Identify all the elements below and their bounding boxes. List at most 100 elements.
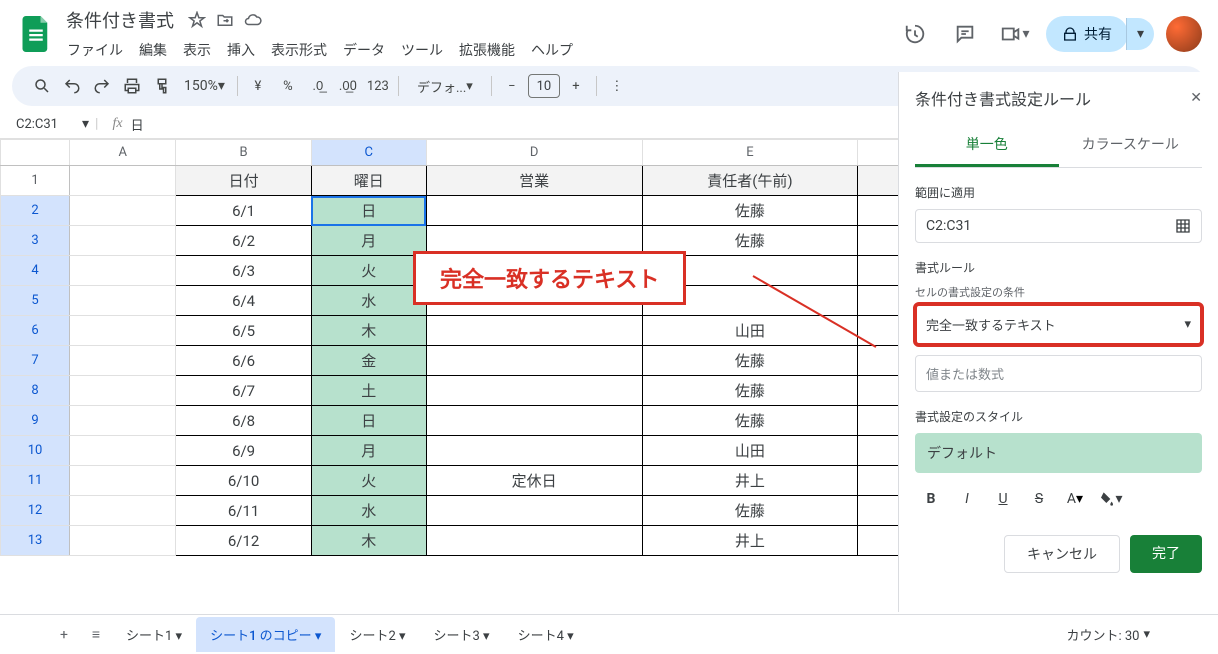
cell[interactable]: 6/3 bbox=[176, 256, 311, 286]
menu-ファイル[interactable]: ファイル bbox=[60, 37, 130, 63]
cell[interactable] bbox=[426, 316, 642, 346]
cell[interactable]: 営業 bbox=[426, 166, 642, 196]
col-header[interactable]: A bbox=[70, 140, 176, 166]
decimal-decrease-icon[interactable]: .0̲ bbox=[304, 72, 332, 100]
cell[interactable]: 月 bbox=[311, 436, 426, 466]
cell[interactable] bbox=[70, 376, 176, 406]
cell[interactable]: 土 bbox=[311, 376, 426, 406]
cell[interactable]: 6/2 bbox=[176, 226, 311, 256]
cell[interactable]: 6/10 bbox=[176, 466, 311, 496]
menu-表示[interactable]: 表示 bbox=[176, 37, 218, 63]
cell[interactable]: 6/12 bbox=[176, 526, 311, 556]
print-icon[interactable] bbox=[118, 72, 146, 100]
meet-icon[interactable]: ▾ bbox=[996, 15, 1034, 53]
row-header[interactable]: 12 bbox=[1, 496, 70, 526]
cell[interactable]: 佐藤 bbox=[642, 196, 858, 226]
avatar[interactable] bbox=[1166, 16, 1202, 52]
italic-button[interactable]: I bbox=[951, 483, 983, 515]
number-format-icon[interactable]: 123 bbox=[364, 72, 392, 100]
cell[interactable]: 火 bbox=[311, 466, 426, 496]
close-icon[interactable]: ✕ bbox=[1190, 90, 1202, 106]
cell[interactable] bbox=[70, 256, 176, 286]
sheet-tab[interactable]: シート1 ▾ bbox=[112, 617, 196, 652]
sheets-logo[interactable] bbox=[16, 14, 56, 54]
condition-dropdown[interactable]: 完全一致するテキスト ▾ bbox=[915, 304, 1202, 345]
paint-format-icon[interactable] bbox=[148, 72, 176, 100]
font-dropdown[interactable]: デフォ... ▾ bbox=[405, 72, 485, 100]
cell[interactable]: 曜日 bbox=[311, 166, 426, 196]
bold-button[interactable]: B bbox=[915, 483, 947, 515]
range-input[interactable]: C2:C31 bbox=[915, 209, 1202, 243]
cell[interactable]: 水 bbox=[311, 286, 426, 316]
cell[interactable] bbox=[70, 436, 176, 466]
font-size-input[interactable]: 10 bbox=[528, 74, 560, 98]
cell[interactable] bbox=[70, 466, 176, 496]
row-header[interactable]: 8 bbox=[1, 376, 70, 406]
sheet-tab[interactable]: シート3 ▾ bbox=[420, 617, 504, 652]
cell[interactable]: 6/1 bbox=[176, 196, 311, 226]
cell[interactable] bbox=[70, 496, 176, 526]
move-icon[interactable] bbox=[214, 9, 236, 31]
row-header[interactable]: 13 bbox=[1, 526, 70, 556]
share-dropdown[interactable]: ▾ bbox=[1126, 18, 1154, 50]
currency-icon[interactable]: ¥ bbox=[244, 72, 272, 100]
cell[interactable] bbox=[426, 526, 642, 556]
row-header[interactable]: 9 bbox=[1, 406, 70, 436]
menu-表示形式[interactable]: 表示形式 bbox=[264, 37, 334, 63]
comment-icon[interactable] bbox=[946, 15, 984, 53]
col-header[interactable]: B bbox=[176, 140, 311, 166]
cell[interactable]: 佐藤 bbox=[642, 496, 858, 526]
row-header[interactable]: 11 bbox=[1, 466, 70, 496]
cell[interactable]: 山田 bbox=[642, 436, 858, 466]
cell[interactable] bbox=[426, 376, 642, 406]
cloud-icon[interactable] bbox=[242, 9, 264, 31]
row-header[interactable]: 1 bbox=[1, 166, 70, 196]
formula-value[interactable]: 日 bbox=[131, 115, 144, 134]
menu-挿入[interactable]: 挿入 bbox=[220, 37, 262, 63]
percent-icon[interactable]: % bbox=[274, 72, 302, 100]
cell[interactable]: 水 bbox=[311, 496, 426, 526]
cell[interactable] bbox=[70, 226, 176, 256]
cell[interactable]: 木 bbox=[311, 526, 426, 556]
style-preview[interactable]: デフォルト bbox=[915, 433, 1202, 473]
zoom-dropdown[interactable]: 150% ▾ bbox=[178, 72, 231, 100]
cell[interactable]: 月 bbox=[311, 226, 426, 256]
cell[interactable]: 6/4 bbox=[176, 286, 311, 316]
row-header[interactable]: 4 bbox=[1, 256, 70, 286]
cancel-button[interactable]: キャンセル bbox=[1004, 535, 1120, 573]
cell[interactable] bbox=[426, 346, 642, 376]
underline-button[interactable]: U bbox=[987, 483, 1019, 515]
menu-ツール[interactable]: ツール bbox=[394, 37, 450, 63]
cell[interactable]: 6/11 bbox=[176, 496, 311, 526]
cell[interactable] bbox=[70, 346, 176, 376]
decimal-increase-icon[interactable]: .0̲0 bbox=[334, 72, 362, 100]
menu-拡張機能[interactable]: 拡張機能 bbox=[452, 37, 522, 63]
add-sheet-button[interactable]: + bbox=[48, 619, 80, 651]
tab-color-scale[interactable]: カラースケール bbox=[1059, 124, 1203, 167]
star-icon[interactable] bbox=[186, 9, 208, 31]
count-badge[interactable]: カウント: 30 ▾ bbox=[1066, 625, 1150, 644]
redo-icon[interactable] bbox=[88, 72, 116, 100]
text-color-button[interactable]: A▾ bbox=[1059, 483, 1091, 515]
menu-編集[interactable]: 編集 bbox=[132, 37, 174, 63]
sheet-tab[interactable]: シート4 ▾ bbox=[504, 617, 588, 652]
menu-ヘルプ[interactable]: ヘルプ bbox=[524, 37, 580, 63]
cell[interactable]: 6/8 bbox=[176, 406, 311, 436]
cell[interactable] bbox=[70, 406, 176, 436]
cell[interactable] bbox=[70, 166, 176, 196]
cell[interactable] bbox=[70, 196, 176, 226]
tab-single-color[interactable]: 単一色 bbox=[915, 124, 1059, 167]
cell[interactable]: 山田 bbox=[642, 316, 858, 346]
cell[interactable]: 日 bbox=[311, 406, 426, 436]
menu-データ[interactable]: データ bbox=[336, 37, 392, 63]
cell[interactable] bbox=[70, 316, 176, 346]
cell[interactable]: 金 bbox=[311, 346, 426, 376]
cell[interactable]: 日付 bbox=[176, 166, 311, 196]
cell[interactable] bbox=[426, 406, 642, 436]
cell[interactable]: 6/6 bbox=[176, 346, 311, 376]
row-header[interactable]: 5 bbox=[1, 286, 70, 316]
col-header[interactable]: E bbox=[642, 140, 858, 166]
fill-color-button[interactable]: ▾ bbox=[1095, 483, 1127, 515]
col-header[interactable]: C bbox=[311, 140, 426, 166]
cell[interactable] bbox=[426, 436, 642, 466]
